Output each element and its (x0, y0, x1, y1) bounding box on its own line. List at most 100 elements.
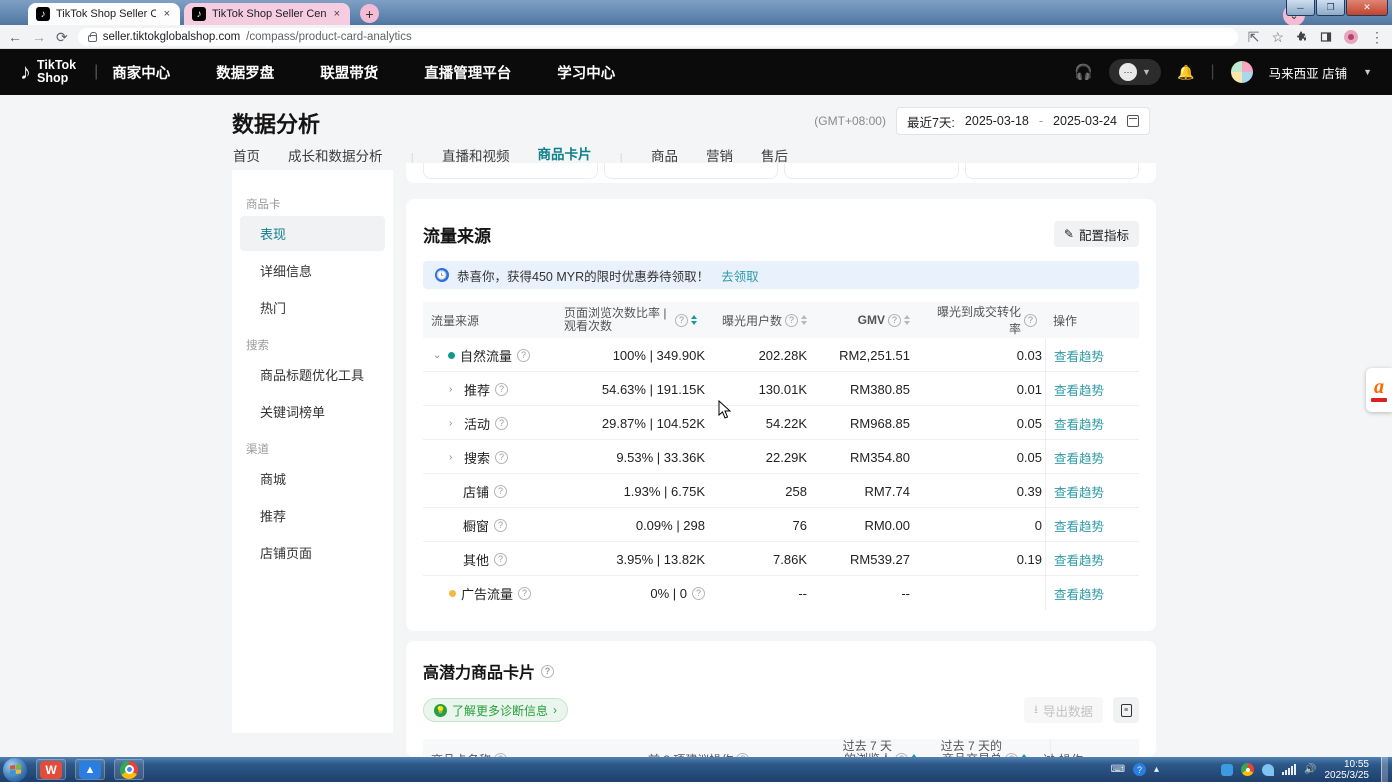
help-icon[interactable]: ? (692, 587, 705, 600)
chevron-down-icon[interactable]: ⌄ (433, 350, 443, 361)
volume-icon[interactable]: 🔊 (1304, 764, 1316, 775)
col-cvr[interactable]: 曝光到成交转化率 ? (918, 303, 1045, 337)
share-icon[interactable]: ⇱ (1248, 30, 1260, 44)
close-tab-icon[interactable]: × (332, 8, 342, 20)
show-desktop-button[interactable] (1381, 757, 1388, 782)
tray-expand-icon[interactable]: ▴ (1154, 764, 1159, 775)
nav-item-affiliate[interactable]: 联盟带货 (320, 62, 378, 83)
help-icon[interactable]: ? (494, 485, 507, 498)
view-trend-link[interactable]: 查看趋势 (1054, 584, 1104, 603)
col-views-7d[interactable]: 过去 7 天的浏览人数 ? (830, 740, 925, 758)
column-settings-button[interactable]: ≡ (1113, 697, 1139, 723)
view-trend-link[interactable]: 查看趋势 (1054, 380, 1104, 399)
tiktok-favicon: ♪ (192, 7, 206, 21)
docs-taskbar-icon[interactable]: ▲ (75, 759, 105, 780)
help-icon[interactable]: ? (517, 349, 530, 362)
network-icon[interactable] (1282, 765, 1296, 775)
view-trend-link[interactable]: 查看趋势 (1054, 550, 1104, 569)
sidebar-item-performance[interactable]: 表现 (240, 216, 385, 251)
help-icon[interactable]: ? (785, 314, 798, 327)
sidebar-item-trending[interactable]: 热门 (240, 290, 385, 325)
tab-growth-analytics[interactable]: 成长和数据分析 (288, 145, 383, 173)
table-row-recommend: › 推荐 ? 54.63% | 191.15K 130.01K RM380.85… (423, 372, 1139, 406)
start-button[interactable] (3, 758, 27, 782)
sidebar-icon[interactable] (1320, 31, 1332, 43)
menu-dots-icon[interactable]: ⋮ (1370, 30, 1384, 44)
export-data-button[interactable]: ⭳ 导出数据 (1024, 697, 1103, 723)
help-icon[interactable]: ? (495, 417, 508, 430)
chrome-taskbar-icon[interactable] (114, 759, 144, 780)
help-icon[interactable]: ? (495, 451, 508, 464)
tray-app-icon[interactable] (1221, 764, 1233, 776)
window-controls: ─ ❐ ✕ (1285, 0, 1388, 16)
chat-pill-button[interactable]: ⋯ ▼ (1109, 59, 1161, 85)
view-trend-link[interactable]: 查看趋势 (1054, 448, 1104, 467)
tab-home[interactable]: 首页 (233, 145, 260, 173)
store-avatar[interactable] (1231, 61, 1253, 83)
nav-item-learning-center[interactable]: 学习中心 (557, 62, 615, 83)
view-trend-link[interactable]: 查看趋势 (1054, 414, 1104, 433)
col-users[interactable]: 曝光用户数 ? (713, 312, 815, 329)
help-icon[interactable]: ? (888, 314, 901, 327)
sidebar-item-shop-page[interactable]: 店铺页面 (240, 535, 385, 570)
minimize-button[interactable]: ─ (1286, 0, 1315, 16)
sort-icon[interactable] (691, 315, 697, 325)
browser-tab-1[interactable]: ♪ TikTok Shop Seller Center | Cr × (28, 3, 180, 25)
help-icon[interactable]: ? (494, 553, 507, 566)
configure-metrics-button[interactable]: ✎ 配置指标 (1054, 221, 1139, 247)
help-tray-icon[interactable]: ? (1133, 763, 1146, 776)
claim-coupon-link[interactable]: 去领取 (721, 266, 759, 285)
tray-cloud-icon[interactable] (1262, 764, 1274, 776)
tiktok-shop-logo[interactable]: ♪ TikTok Shop (20, 59, 76, 85)
view-trend-link[interactable]: 查看趋势 (1054, 482, 1104, 501)
taskbar-clock[interactable]: 10:55 2025/3/25 (1325, 759, 1374, 781)
close-tab-icon[interactable]: × (162, 8, 172, 20)
tray-chrome-icon[interactable] (1241, 763, 1254, 776)
wps-taskbar-icon[interactable]: W (36, 759, 66, 780)
store-name[interactable]: 马来西亚 店铺 (1269, 63, 1347, 82)
help-icon[interactable]: ? (495, 383, 508, 396)
browser-tab-2[interactable]: ♪ TikTok Shop Seller Center | Cr × (184, 3, 350, 25)
back-icon[interactable]: ← (8, 30, 22, 44)
sort-icon[interactable] (801, 315, 807, 325)
help-icon[interactable]: ? (494, 519, 507, 532)
help-icon[interactable]: ? (518, 587, 531, 600)
nav-item-live-platform[interactable]: 直播管理平台 (424, 62, 511, 83)
chevron-right-icon[interactable]: › (449, 418, 459, 429)
help-icon[interactable]: ? (1024, 314, 1037, 327)
chevron-right-icon[interactable]: › (449, 384, 459, 395)
keyboard-icon[interactable]: ⌨ (1111, 764, 1125, 775)
col-ratio[interactable]: 页面浏览次数比率 | 观看次数 ? (556, 307, 713, 333)
browser-profile-avatar[interactable] (1344, 30, 1358, 44)
sidebar-item-keyword-ranking[interactable]: 关键词榜单 (240, 394, 385, 429)
nav-item-data-compass[interactable]: 数据罗盘 (216, 62, 274, 83)
nav-item-seller-center[interactable]: 商家中心 (112, 62, 170, 83)
ratio-value: 100% | 349.90K (556, 348, 713, 363)
sidebar-item-mall[interactable]: 商城 (240, 461, 385, 496)
close-window-button[interactable]: ✕ (1346, 0, 1388, 16)
date-range-picker[interactable]: 最近7天: 2025-03-18 - 2025-03-24 (896, 107, 1150, 135)
chevron-right-icon[interactable]: › (449, 452, 459, 463)
col-gmv[interactable]: GMV ? (815, 313, 918, 327)
help-icon[interactable]: ? (541, 665, 554, 678)
url-input[interactable]: seller.tiktokglobalshop.com/compass/prod… (78, 28, 1238, 46)
bell-icon[interactable]: 🔔 (1177, 64, 1194, 81)
view-trend-link[interactable]: 查看趋势 (1054, 346, 1104, 365)
forward-icon[interactable]: → (32, 30, 46, 44)
extensions-icon[interactable] (1296, 31, 1308, 43)
headset-icon[interactable]: 🎧 (1074, 63, 1093, 81)
new-tab-button[interactable]: + (360, 4, 379, 23)
table-row-ads: 广告流量 ? 0% | 0 ? -- -- 查看趋势 (423, 576, 1139, 610)
bookmark-star-icon[interactable]: ☆ (1271, 30, 1284, 44)
maximize-button[interactable]: ❐ (1316, 0, 1345, 16)
wangwang-float-widget[interactable]: a (1366, 368, 1392, 412)
learn-more-pill[interactable]: 💡 了解更多诊断信息 › (423, 698, 568, 722)
sidebar-item-title-optimizer[interactable]: 商品标题优化工具 (240, 357, 385, 392)
reload-icon[interactable]: ⟳ (56, 30, 68, 44)
sort-icon[interactable] (904, 315, 910, 325)
col-gmv-7d[interactable]: 过去 7 天的商品交易总额 ? (925, 740, 1035, 758)
sidebar-item-details[interactable]: 详细信息 (240, 253, 385, 288)
sidebar-item-recommend[interactable]: 推荐 (240, 498, 385, 533)
help-icon[interactable]: ? (675, 314, 688, 327)
view-trend-link[interactable]: 查看趋势 (1054, 516, 1104, 535)
